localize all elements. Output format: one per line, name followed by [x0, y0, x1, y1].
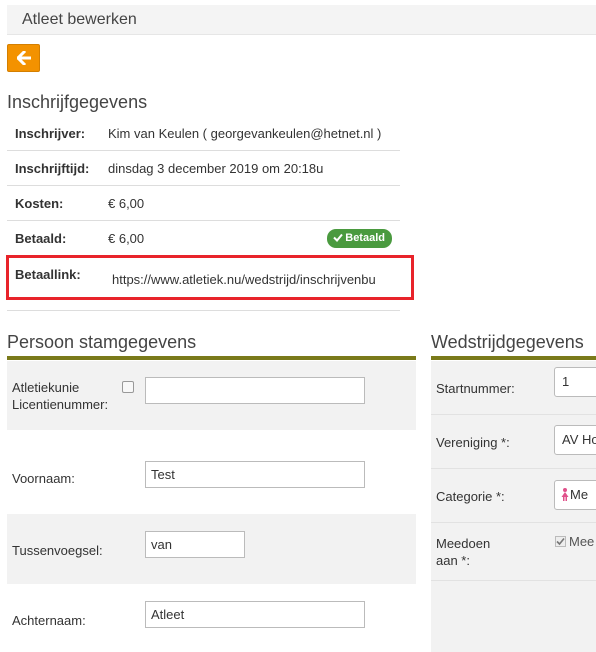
licence-checkbox[interactable]: [122, 381, 134, 393]
registration-table: Inschrijver: Kim van Keulen ( georgevank…: [7, 116, 400, 256]
infix-row: Tussenvoegsel:: [7, 514, 416, 584]
category-select[interactable]: Me: [554, 480, 596, 510]
costs-label: Kosten:: [15, 196, 64, 211]
checkbox-checked-icon: [555, 536, 566, 547]
start-number-input[interactable]: 1: [554, 367, 596, 397]
table-row: Inschrijftijd: dinsdag 3 december 2019 o…: [7, 151, 400, 186]
female-icon: [561, 488, 569, 501]
check-icon: [333, 233, 344, 242]
paid-label: Betaald:: [15, 231, 67, 246]
category-row: Categorie *: Me: [431, 469, 596, 523]
club-label: Vereniging *:: [436, 435, 510, 450]
page-header: Atleet bewerken: [7, 5, 596, 35]
back-button[interactable]: [7, 44, 40, 72]
last-name-input[interactable]: [145, 601, 365, 628]
club-row: Vereniging *: AV Ho: [431, 415, 596, 469]
table-row: Inschrijver: Kim van Keulen ( georgevank…: [7, 116, 400, 151]
participate-label: Meedoen aan *:: [436, 536, 491, 568]
costs-value: € 6,00: [108, 196, 145, 211]
registrant-value: Kim van Keulen ( georgevankeulen@hetnet.…: [108, 126, 382, 141]
payment-link[interactable]: https://www.atletiek.nu/wedstrijd/inschr…: [112, 272, 402, 287]
first-name-input[interactable]: [145, 461, 365, 488]
licence-row: Atletiekunie Licentienummer:: [7, 361, 416, 430]
person-panel-rule: [7, 356, 416, 360]
start-number-row: Startnummer: 1: [431, 361, 596, 415]
table-row: Betaald: € 6,00 Betaald: [7, 221, 400, 256]
registration-time-label: Inschrijftijd:: [15, 161, 90, 176]
last-name-row: Achternaam:: [7, 584, 416, 652]
participate-row: Meedoen aan *: Mee: [431, 523, 596, 581]
infix-label: Tussenvoegsel:: [12, 543, 103, 558]
person-section-title: Persoon stamgegevens: [7, 332, 197, 352]
registration-time-value: dinsdag 3 december 2019 om 20:18u: [108, 161, 324, 176]
registration-section-title: Inschrijfgegevens: [7, 92, 148, 112]
paid-status-badge: Betaald: [327, 229, 392, 248]
category-value: Me: [570, 487, 589, 502]
club-select[interactable]: AV Ho: [554, 425, 596, 455]
participate-option[interactable]: Mee: [555, 534, 594, 549]
paid-value: € 6,00: [108, 231, 145, 246]
participate-value: Mee: [569, 534, 595, 549]
person-form: Atletiekunie Licentienummer: Voornaam: T…: [7, 361, 416, 652]
divider: [7, 310, 400, 311]
competition-panel-rule: [431, 356, 596, 360]
payment-link-label: Betaallink:: [15, 267, 81, 282]
licence-label: Atletiekunie Licentienummer:: [12, 380, 109, 412]
infix-input[interactable]: [145, 531, 245, 558]
category-label: Categorie *:: [436, 489, 505, 504]
competition-section-title: Wedstrijdgegevens: [431, 332, 584, 352]
competition-form: Startnummer: 1 Vereniging *: AV Ho Categ…: [431, 361, 596, 652]
start-number-label: Startnummer:: [436, 381, 515, 396]
registrant-label: Inschrijver:: [15, 126, 86, 141]
first-name-label: Voornaam:: [12, 471, 75, 486]
payment-link-highlight: Betaallink: https://www.atletiek.nu/weds…: [6, 255, 414, 300]
first-name-row: Voornaam:: [7, 430, 416, 514]
page-title: Atleet bewerken: [22, 11, 137, 28]
paid-badge-text: Betaald: [345, 232, 385, 244]
licence-number-input[interactable]: [145, 377, 365, 404]
arrow-left-icon: [17, 51, 31, 65]
table-row: Kosten: € 6,00: [7, 186, 400, 221]
last-name-label: Achternaam:: [12, 613, 86, 628]
